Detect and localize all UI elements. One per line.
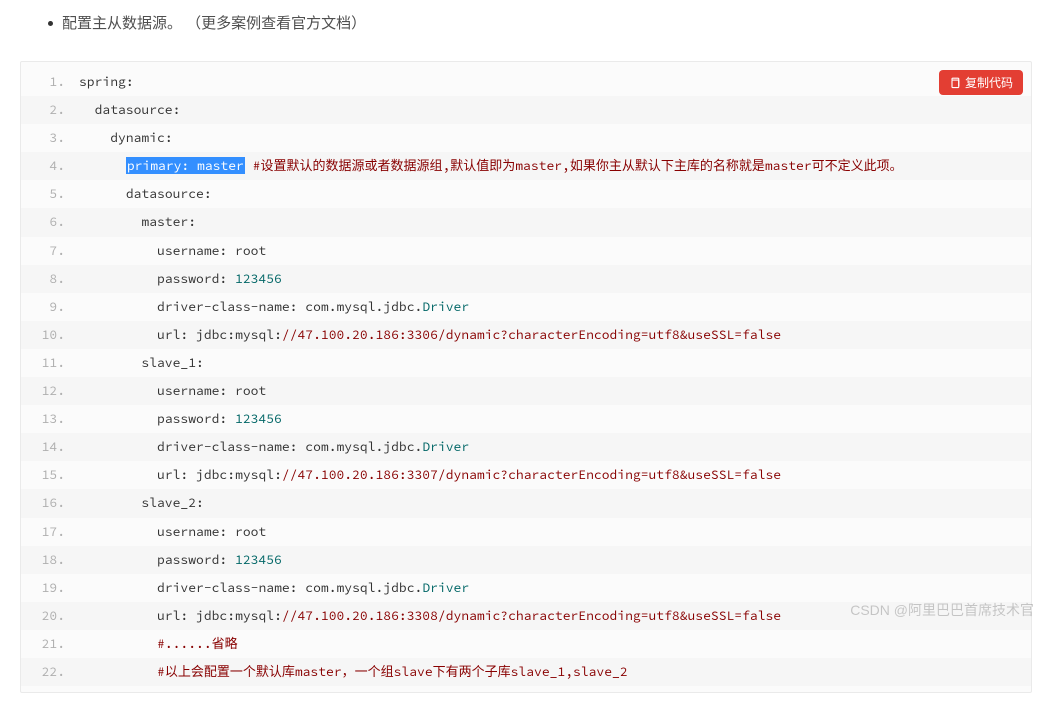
code-line: driver-class-name: com.mysql.jdbc.Driver [21, 293, 1031, 321]
code-list: spring: datasource: dynamic: primary: ma… [21, 62, 1031, 692]
code-line: #......省略 [21, 630, 1031, 658]
code-line: username: root [21, 518, 1031, 546]
code-line: dynamic: [21, 124, 1031, 152]
code-line: slave_2: [21, 489, 1031, 517]
bullet-item: 配置主从数据源。 （更多案例查看官方文档） [20, 10, 1032, 37]
code-line: primary: master #设置默认的数据源或者数据源组,默认值即为mas… [21, 152, 1031, 180]
code-line: password: 123456 [21, 265, 1031, 293]
code-block: 复制代码 spring: datasource: dynamic: primar… [20, 61, 1032, 693]
bullet-section: 配置主从数据源。 （更多案例查看官方文档） [20, 0, 1032, 55]
code-line: driver-class-name: com.mysql.jdbc.Driver [21, 574, 1031, 602]
copy-code-label: 复制代码 [965, 74, 1013, 91]
code-line: username: root [21, 237, 1031, 265]
code-line: url: jdbc:mysql://47.100.20.186:3306/dyn… [21, 321, 1031, 349]
code-line: slave_1: [21, 349, 1031, 377]
code-line: url: jdbc:mysql://47.100.20.186:3308/dyn… [21, 602, 1031, 630]
code-line: password: 123456 [21, 405, 1031, 433]
code-line: spring: [21, 68, 1031, 96]
code-line: url: jdbc:mysql://47.100.20.186:3307/dyn… [21, 461, 1031, 489]
code-line: datasource: [21, 96, 1031, 124]
copy-code-button[interactable]: 复制代码 [939, 70, 1023, 95]
code-line: username: root [21, 377, 1031, 405]
selected-text: primary: master [126, 157, 245, 174]
copy-icon [949, 77, 961, 89]
code-line: password: 123456 [21, 546, 1031, 574]
code-line: datasource: [21, 180, 1031, 208]
code-line: master: [21, 208, 1031, 236]
code-line: #以上会配置一个默认库master，一个组slave下有两个子库slave_1,… [21, 658, 1031, 686]
code-line: driver-class-name: com.mysql.jdbc.Driver [21, 433, 1031, 461]
